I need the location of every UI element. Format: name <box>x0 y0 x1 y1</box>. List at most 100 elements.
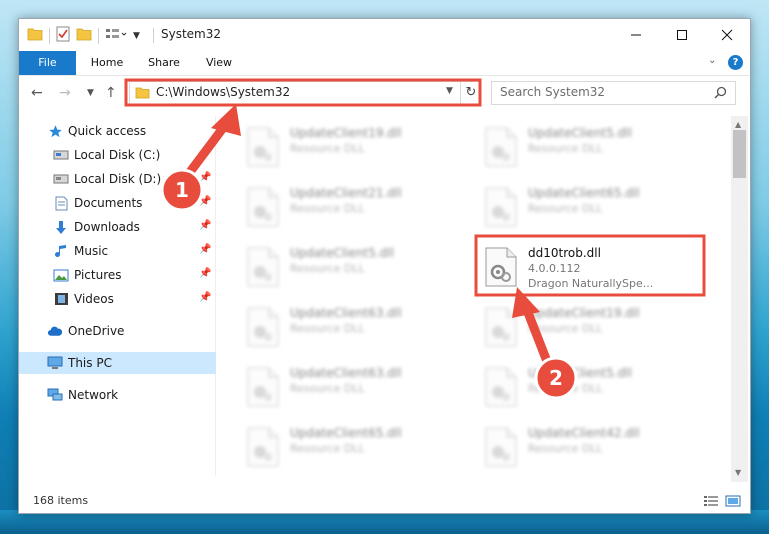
pin-icon[interactable]: 📌 <box>199 220 211 231</box>
forward-arrow-icon[interactable]: → <box>59 85 71 101</box>
folder-icon <box>27 27 43 44</box>
details-view-icon[interactable] <box>703 495 719 510</box>
sidebar-item-this-pc[interactable]: This PC <box>19 352 243 374</box>
title-bar: ▼ System32 <box>19 19 750 51</box>
sidebar-item-label: OneDrive <box>68 324 125 338</box>
address-path[interactable]: C:\Windows\System32 <box>156 85 290 99</box>
file-item[interactable]: UpdateClient63.dll Resource DLL <box>216 300 446 356</box>
sidebar-item-local-disk-d[interactable]: Local Disk (D:) 📌 <box>19 168 249 190</box>
file-item[interactable]: UpdateClient5.dll Resource DLL <box>454 120 684 176</box>
sidebar-item-videos[interactable]: Videos 📌 <box>19 288 249 310</box>
pin-icon[interactable]: 📌 <box>199 268 211 279</box>
file-name: UpdateClient21.dll <box>290 186 402 200</box>
file-explorer-window: ▼ System32 File Home Share View ⌄ ? ← → … <box>18 18 751 514</box>
sidebar-item-label: Network <box>68 388 119 402</box>
scroll-up-icon[interactable]: ▲ <box>735 120 741 129</box>
sidebar-item-label: This PC <box>68 356 112 370</box>
sidebar-item-label: Quick access <box>68 124 147 138</box>
sidebar-item-onedrive[interactable]: OneDrive <box>19 320 243 342</box>
address-bar[interactable]: C:\Windows\System32 ▼ ↻ <box>129 81 481 105</box>
dll-file-icon <box>484 186 518 231</box>
file-item[interactable]: UpdateClient21.dll Resource DLL <box>216 180 446 236</box>
expand-ribbon-icon[interactable]: ⌄ <box>708 55 716 66</box>
drive-icon <box>53 147 69 163</box>
search-input[interactable]: Search System32 <box>491 81 736 105</box>
sidebar-item-network[interactable]: Network <box>19 384 243 406</box>
chevron-down-icon[interactable]: ▼ <box>446 86 453 96</box>
sidebar-item-documents[interactable]: Documents 📌 <box>19 192 249 214</box>
sidebar-item-label: Music <box>74 244 109 258</box>
help-icon[interactable]: ? <box>728 55 743 70</box>
file-type: Resource DLL <box>528 142 603 155</box>
vertical-scrollbar[interactable]: ▲ ▼ <box>731 116 748 482</box>
customize-toolbar-icon[interactable] <box>105 28 127 43</box>
file-item[interactable]: UpdateClient5.dll Resource DLL <box>216 240 446 296</box>
sidebar-item-music[interactable]: Music 📌 <box>19 240 249 262</box>
new-folder-icon[interactable] <box>76 27 92 44</box>
documents-icon <box>53 195 69 211</box>
sidebar-item-label: Local Disk (C:) <box>74 148 161 162</box>
folder-icon <box>135 86 150 102</box>
file-item[interactable]: UpdateClient19.dll Resource DLL <box>454 300 684 356</box>
file-item[interactable]: UpdateClient19.dll Resource DLL <box>216 120 446 176</box>
properties-icon[interactable] <box>56 26 70 45</box>
file-name: UpdateClient65.dll <box>528 186 640 200</box>
pin-icon[interactable]: 📌 <box>199 148 211 159</box>
sidebar-item-pictures[interactable]: Pictures 📌 <box>19 264 249 286</box>
file-name: UpdateClient5.dll <box>528 126 632 140</box>
search-placeholder[interactable]: Search System32 <box>500 85 605 99</box>
pictures-icon <box>53 267 69 283</box>
recent-locations-icon[interactable]: ▼ <box>87 88 94 98</box>
dropdown-arrow-icon[interactable]: ▼ <box>133 31 140 41</box>
close-button[interactable] <box>704 19 750 51</box>
up-arrow-icon[interactable]: ↑ <box>105 85 117 101</box>
file-type: Resource DLL <box>290 142 365 155</box>
file-item[interactable]: UpdateClient65.dll Resource DLL <box>454 180 684 236</box>
file-type: Resource DLL <box>290 262 365 275</box>
file-item-dd10trob[interactable]: dd10trob.dll 4.0.0.112 Dragon NaturallyS… <box>454 240 684 296</box>
pin-icon[interactable]: 📌 <box>199 292 211 303</box>
scrollbar-thumb[interactable] <box>733 130 746 178</box>
sidebar-item-local-disk-c[interactable]: Local Disk (C:) 📌 <box>19 144 249 166</box>
music-note-icon <box>53 243 69 259</box>
file-item[interactable]: UpdateClient65.dll Resource DLL <box>216 420 446 476</box>
tab-home[interactable]: Home <box>83 51 131 75</box>
tab-file[interactable]: File <box>19 51 76 75</box>
search-icon[interactable] <box>714 86 727 102</box>
maximize-button[interactable] <box>659 19 705 51</box>
file-company: Dragon NaturallySpe... <box>528 277 654 290</box>
pin-icon[interactable]: 📌 <box>199 196 211 207</box>
file-name: UpdateClient42.dll <box>528 426 640 440</box>
dll-file-icon <box>484 306 518 351</box>
dll-file-icon <box>484 126 518 171</box>
file-name: UpdateClient65.dll <box>290 426 402 440</box>
sidebar-item-quick-access[interactable]: Quick access <box>19 120 243 142</box>
toolbar-separator <box>98 27 99 44</box>
file-name: dd10trob.dll <box>528 246 601 260</box>
navigation-bar: ← → ▼ ↑ C:\Windows\System32 ▼ ↻ Search S… <box>19 76 750 110</box>
file-type: Resource DLL <box>290 382 365 395</box>
file-name: UpdateClient19.dll <box>290 126 402 140</box>
item-count: 168 items <box>33 494 89 507</box>
drive-icon <box>53 171 69 187</box>
minimize-button[interactable] <box>613 19 659 51</box>
file-item[interactable]: UpdateClient5.dll Resource DLL <box>454 360 684 416</box>
file-item[interactable]: UpdateClient63.dll Resource DLL <box>216 360 446 416</box>
network-icon <box>47 387 63 403</box>
tab-share[interactable]: Share <box>137 51 191 75</box>
back-arrow-icon[interactable]: ← <box>31 85 43 101</box>
sidebar-item-label: Pictures <box>74 268 122 282</box>
tab-view[interactable]: View <box>197 51 241 75</box>
file-name: UpdateClient63.dll <box>290 366 402 380</box>
scroll-down-icon[interactable]: ▼ <box>735 468 741 477</box>
sidebar-item-label: Videos <box>74 292 114 306</box>
file-item[interactable]: UpdateClient42.dll Resource DLL <box>454 420 684 476</box>
sidebar-item-label: Documents <box>74 196 143 210</box>
pin-icon[interactable]: 📌 <box>199 172 211 183</box>
sidebar-item-downloads[interactable]: Downloads 📌 <box>19 216 249 238</box>
pin-icon[interactable]: 📌 <box>199 244 211 255</box>
file-name: UpdateClient63.dll <box>290 306 402 320</box>
star-icon <box>47 123 63 139</box>
large-icons-view-icon[interactable] <box>725 495 741 510</box>
refresh-icon[interactable]: ↻ <box>460 82 481 104</box>
